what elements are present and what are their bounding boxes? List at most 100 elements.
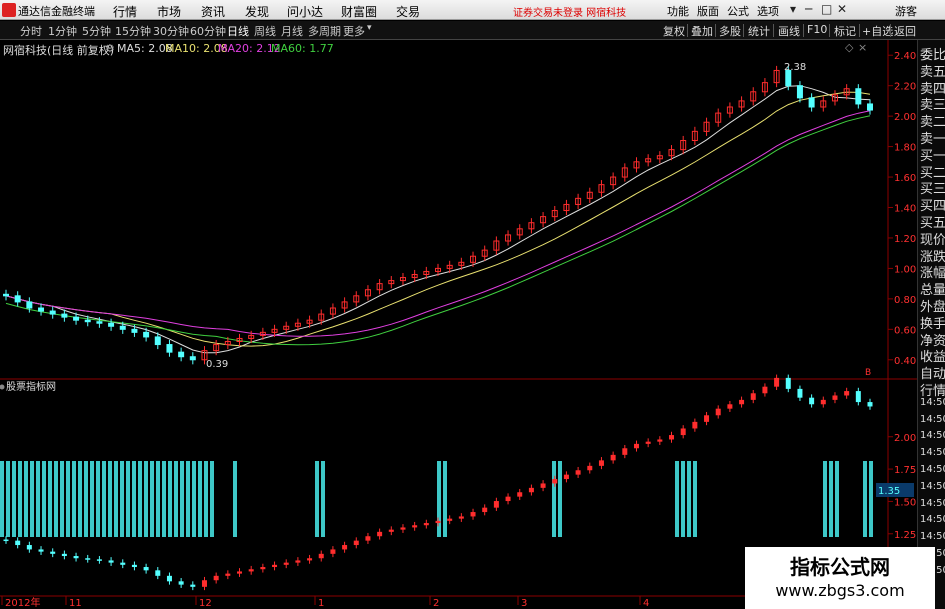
indicator-down-candle <box>143 567 149 571</box>
price-chart[interactable]: 2.40 2.20 2.00 1.80 1.60 1.40 1.20 1.00 0.80 0.60… <box>0 40 917 609</box>
down-candle <box>867 103 873 111</box>
period-15min[interactable]: 15分钟 <box>115 23 151 39</box>
indicator-up-candle <box>622 448 628 455</box>
maximize-button[interactable]: □ <box>821 2 832 16</box>
statistics-button[interactable]: 统计 <box>748 23 770 39</box>
indicator-bar <box>156 461 160 537</box>
indicator-up-candle <box>552 479 558 484</box>
date-tick-label: 2012年 <box>5 596 40 609</box>
side-panel-item[interactable]: 14:50 <box>920 498 945 509</box>
period-timeshare[interactable]: 分时 <box>20 23 42 39</box>
indicator-up-candle <box>587 465 593 471</box>
ma5-line <box>5 85 871 354</box>
formula-button[interactable]: 公式 <box>727 3 749 19</box>
period-daily[interactable]: 日线 <box>227 23 249 39</box>
menu-ask[interactable]: 问小达 <box>287 3 323 20</box>
multi-stock-button[interactable]: 多股 <box>719 23 741 39</box>
guest-label[interactable]: 游客 <box>895 3 917 19</box>
indicator-bar <box>687 461 691 537</box>
options-button[interactable]: 选项 <box>757 3 779 19</box>
period-more[interactable]: 更多 <box>343 23 365 39</box>
menu-toggle-icon[interactable]: ▾ <box>790 2 796 16</box>
f10-button[interactable]: F10 <box>807 23 827 36</box>
side-panel-item[interactable]: 14:50 <box>920 481 945 492</box>
indicator-up-candle <box>458 516 464 519</box>
function-button[interactable]: 功能 <box>667 3 689 19</box>
indicator-up-candle <box>435 520 441 524</box>
indicator-bar <box>552 461 556 537</box>
indicator-up-candle <box>669 435 675 440</box>
side-panel-item[interactable]: 14:50 <box>920 397 945 408</box>
down-candle <box>49 310 56 315</box>
indicator-up-candle <box>528 487 534 493</box>
side-panel-item[interactable]: 14:50 <box>920 414 945 425</box>
layout-button[interactable]: 版面 <box>697 3 719 19</box>
minimize-button[interactable]: ─ <box>805 2 812 16</box>
period-1min[interactable]: 1分钟 <box>48 23 77 39</box>
indicator-up-candle <box>505 496 511 502</box>
indicator-up-candle <box>657 439 663 442</box>
menu-news[interactable]: 资讯 <box>201 3 225 20</box>
indicator-tick-label: 1.25 <box>894 530 916 541</box>
indicator-up-candle <box>633 443 639 449</box>
indicator-bar <box>72 461 76 537</box>
indicator-bar <box>54 461 58 537</box>
close-button[interactable]: ✕ <box>837 2 847 16</box>
indicator-bar <box>681 461 685 537</box>
adjust-button[interactable]: 复权 <box>663 23 685 39</box>
indicator-up-candle <box>295 560 301 563</box>
indicator-bar <box>36 461 40 537</box>
period-monthly[interactable]: 月线 <box>281 23 303 39</box>
down-candle <box>808 97 815 108</box>
price-axis: 2.40 2.20 2.00 1.80 1.60 1.40 1.20 1.00 0.80 0.60… <box>888 51 916 367</box>
indicator-up-candle <box>493 501 499 508</box>
indicator-bar <box>204 461 208 537</box>
indicator-bar <box>78 461 82 537</box>
indicator-down-candle <box>96 559 102 561</box>
overlay-button[interactable]: 叠加 <box>691 23 713 39</box>
period-60min[interactable]: 60分钟 <box>190 23 226 39</box>
side-panel-item[interactable]: 14:50 <box>920 447 945 458</box>
indicator-down-candle <box>190 584 196 587</box>
down-candle <box>38 307 45 312</box>
menu-wealth-circle[interactable]: 财富圈 <box>341 3 377 20</box>
menu-discover[interactable]: 发现 <box>245 3 269 20</box>
menu-trade[interactable]: 交易 <box>396 3 420 20</box>
toolbar-divider <box>687 24 688 37</box>
side-panel-item[interactable]: 14:50 <box>920 531 945 542</box>
indicator-bar <box>126 461 130 537</box>
period-weekly[interactable]: 周线 <box>254 23 276 39</box>
indicator-down-candle <box>73 556 79 559</box>
indicator-up-candle <box>342 545 348 550</box>
side-panel-item[interactable]: 14:50 <box>920 514 945 525</box>
indicator-up-candle <box>283 562 289 565</box>
price-tick-label: 1.00 <box>894 264 916 275</box>
period-multi[interactable]: 多周期 <box>308 23 341 39</box>
indicator-up-candle <box>844 391 850 396</box>
indicator-bar <box>443 461 447 537</box>
add-watchlist-button[interactable]: +自选 <box>862 23 893 39</box>
side-panel-item[interactable]: 14:50 <box>920 464 945 475</box>
ma20-line <box>5 110 871 337</box>
indicator-up-candle <box>447 518 453 521</box>
down-candle <box>131 328 138 333</box>
period-30min[interactable]: 30分钟 <box>153 23 189 39</box>
indicator-up-candle <box>692 421 698 429</box>
panel-settings-icon[interactable] <box>0 384 5 390</box>
indicator-bar <box>186 461 190 537</box>
indicator-up-candle <box>353 540 359 546</box>
mark-button[interactable]: 标记 <box>834 23 856 39</box>
more-chevron-icon[interactable]: ▾ <box>367 23 372 33</box>
menu-market[interactable]: 市场 <box>157 3 181 20</box>
indicator-up-candle <box>377 531 383 537</box>
draw-line-button[interactable]: 画线 <box>778 23 800 39</box>
side-panel-item[interactable]: 14:50 <box>920 430 945 441</box>
watermark-url: www.zbgs3.com <box>775 581 905 600</box>
indicator-bar <box>18 461 22 537</box>
period-5min[interactable]: 5分钟 <box>82 23 111 39</box>
menu-market-quotes[interactable]: 行情 <box>113 3 137 20</box>
indicator-up-candle <box>307 558 313 561</box>
back-button[interactable]: 返回 <box>894 23 916 39</box>
price-tick-label: 1.60 <box>894 173 916 184</box>
indicator-up-candle <box>575 470 581 475</box>
